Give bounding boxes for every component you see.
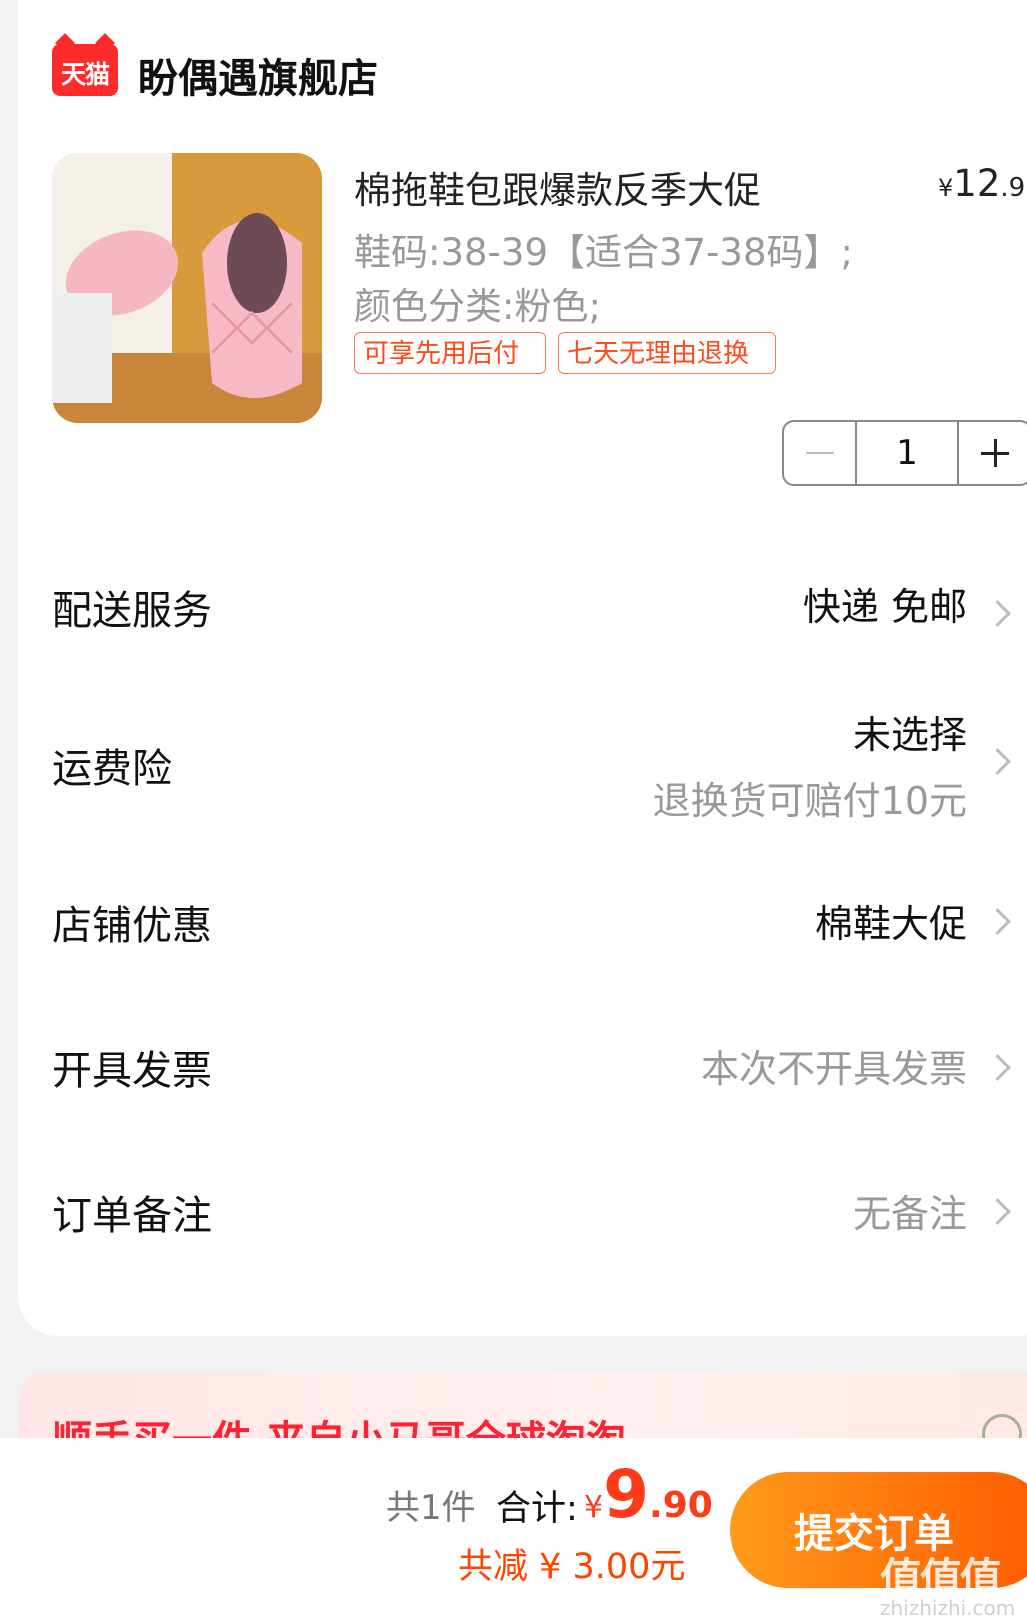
shipping-insurance-label: 运费险	[52, 746, 172, 792]
discount-amount: 共减 ¥ 3.00元	[458, 1547, 686, 1587]
invoice-value[interactable]: 本次不开具发票	[701, 1038, 967, 1093]
store-discount-label: 店铺优惠	[52, 903, 212, 949]
sku-color[interactable]: 颜色分类:粉色;	[354, 276, 601, 330]
tmall-logo-icon: 天猫	[52, 33, 118, 96]
sku-size[interactable]: 鞋码:38-39【适合37-38码】;	[354, 222, 853, 276]
invoice-label: 开具发票	[52, 1048, 212, 1094]
watermark-url: zhizhizhi.com	[880, 1596, 1016, 1620]
product-price: ¥12.9	[938, 162, 1026, 205]
shipping-insurance-value[interactable]: 未选择	[853, 704, 967, 759]
total-price: ¥9.90	[584, 1456, 713, 1533]
delivery-value[interactable]: 快递 免邮	[803, 576, 967, 631]
order-note-value[interactable]: 无备注	[853, 1183, 967, 1238]
product-title[interactable]: 棉拖鞋包跟爆款反季大促	[354, 160, 761, 214]
product-image[interactable]	[52, 153, 322, 423]
minus-icon[interactable]	[784, 422, 855, 484]
store-discount-value[interactable]: 棉鞋大促	[815, 893, 967, 948]
total-label: 合计:	[496, 1489, 578, 1529]
tag-seven-day-return: 七天无理由退换	[558, 332, 776, 374]
store-name[interactable]: 盼偶遇旗舰店	[138, 46, 378, 104]
item-count: 共1件	[386, 1488, 476, 1528]
plus-icon[interactable]	[959, 422, 1027, 484]
quantity-stepper: 1	[782, 420, 1027, 486]
shipping-insurance-sub: 退换货可赔付10元	[652, 779, 967, 823]
tag-pay-later: 可享先用后付	[354, 332, 546, 374]
quantity-value[interactable]: 1	[855, 422, 959, 484]
delivery-label: 配送服务	[52, 588, 212, 634]
order-note-label: 订单备注	[52, 1193, 212, 1239]
